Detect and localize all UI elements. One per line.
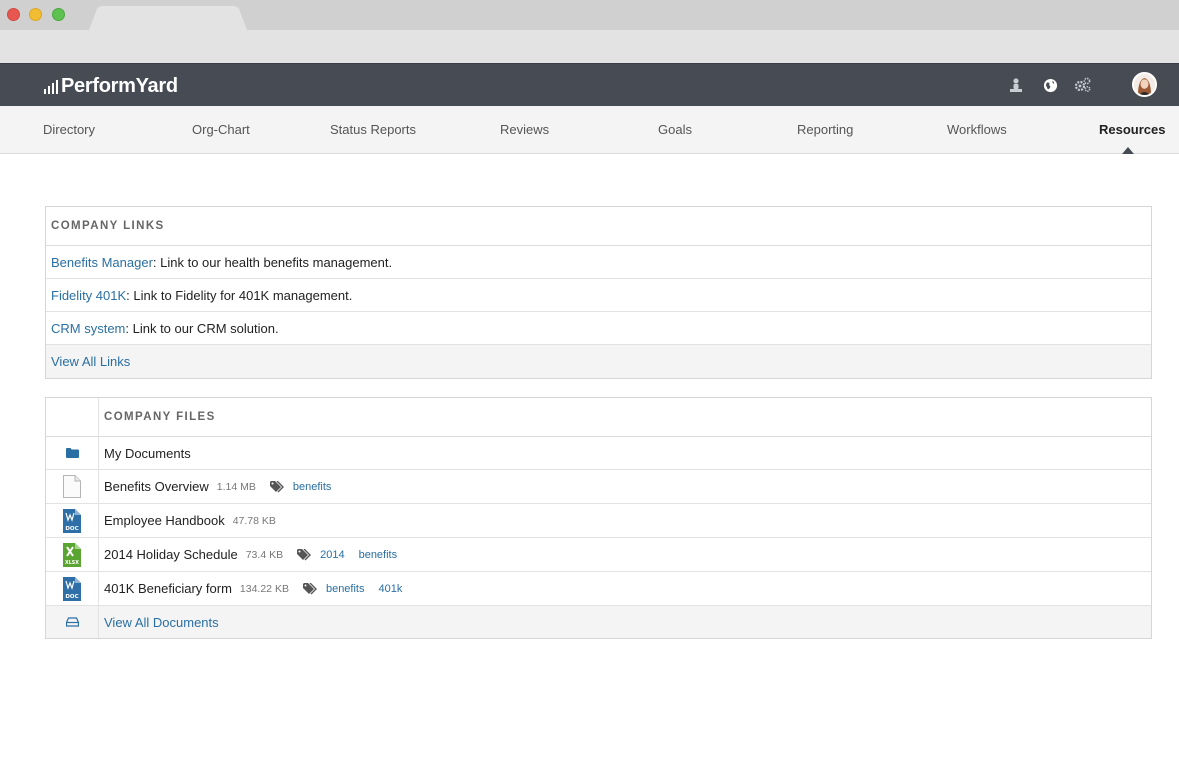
company-links-heading: COMPANY LINKS bbox=[46, 207, 1151, 246]
company-files-heading: COMPANY FILES bbox=[104, 411, 216, 423]
tags-icon bbox=[297, 548, 312, 561]
app-name: PerformYard bbox=[61, 74, 178, 97]
globe-icon[interactable] bbox=[1041, 76, 1059, 94]
nav-item-workflows[interactable]: Workflows bbox=[947, 122, 1007, 137]
doc-file-icon: DOC bbox=[46, 504, 99, 537]
nav-item-status-reports[interactable]: Status Reports bbox=[330, 122, 416, 137]
file-name[interactable]: 401K Beneficiary form bbox=[104, 581, 232, 596]
company-files-panel: COMPANY FILES My Documents Benefits Over… bbox=[45, 397, 1152, 639]
logo-bars-icon bbox=[44, 80, 58, 94]
crm-system-link[interactable]: CRM system bbox=[51, 321, 125, 336]
link-row: CRM system: Link to our CRM solution. bbox=[46, 312, 1151, 345]
nav-item-org-chart[interactable]: Org-Chart bbox=[192, 122, 250, 137]
file-name[interactable]: Employee Handbook bbox=[104, 513, 225, 528]
file-row[interactable]: XLSX 2014 Holiday Schedule 73.4 KB 2014 … bbox=[46, 538, 1151, 572]
fidelity-401k-link[interactable]: Fidelity 401K bbox=[51, 288, 126, 303]
folder-icon bbox=[46, 437, 99, 469]
file-tag[interactable]: benefits bbox=[293, 481, 332, 493]
file-tag[interactable]: 2014 bbox=[320, 549, 344, 561]
settings-gears-icon[interactable] bbox=[1074, 76, 1092, 94]
file-row[interactable]: DOC 401K Beneficiary form 134.22 KB bene… bbox=[46, 572, 1151, 606]
file-tag[interactable]: 401k bbox=[378, 583, 402, 595]
inbox-tray-icon bbox=[46, 606, 99, 638]
nav-item-goals[interactable]: Goals bbox=[658, 122, 692, 137]
view-all-documents-row: View All Documents bbox=[46, 606, 1151, 638]
window-minimize-button[interactable] bbox=[29, 8, 42, 21]
main-nav: Directory Org-Chart Status Reports Revie… bbox=[0, 106, 1179, 154]
link-description: : Link to Fidelity for 401K management. bbox=[126, 288, 353, 303]
view-all-documents-link[interactable]: View All Documents bbox=[104, 615, 219, 630]
file-tag[interactable]: benefits bbox=[326, 583, 365, 595]
link-description: : Link to our health benefits management… bbox=[152, 255, 393, 270]
folder-row[interactable]: My Documents bbox=[46, 437, 1151, 470]
user-avatar[interactable] bbox=[1132, 72, 1157, 97]
file-size: 1.14 MB bbox=[216, 480, 256, 493]
xlsx-badge-label: XLSX bbox=[65, 560, 79, 566]
company-links-panel: COMPANY LINKS Benefits Manager: Link to … bbox=[45, 206, 1152, 379]
app-header: PerformYard bbox=[0, 63, 1179, 106]
file-row[interactable]: Benefits Overview 1.14 MB benefits bbox=[46, 470, 1151, 504]
file-tag[interactable]: benefits bbox=[359, 549, 398, 561]
file-name[interactable]: Benefits Overview bbox=[104, 479, 209, 494]
view-all-links-link[interactable]: View All Links bbox=[51, 354, 130, 369]
file-name[interactable]: 2014 Holiday Schedule bbox=[104, 547, 238, 562]
view-all-links-row: View All Links bbox=[46, 345, 1151, 378]
file-size: 47.78 KB bbox=[232, 514, 276, 527]
nav-item-reporting[interactable]: Reporting bbox=[797, 122, 853, 137]
app-logo[interactable]: PerformYard bbox=[44, 75, 178, 97]
link-row: Benefits Manager: Link to our health ben… bbox=[46, 246, 1151, 279]
tags-icon bbox=[302, 582, 318, 595]
file-size: 73.4 KB bbox=[245, 548, 284, 561]
company-files-header: COMPANY FILES bbox=[46, 398, 1151, 437]
browser-chrome bbox=[0, 0, 1179, 63]
nav-item-resources[interactable]: Resources bbox=[1099, 122, 1165, 137]
browser-tab[interactable] bbox=[89, 6, 247, 30]
file-size: 134.22 KB bbox=[239, 582, 289, 595]
benefits-manager-link[interactable]: Benefits Manager bbox=[51, 255, 153, 270]
window-close-button[interactable] bbox=[7, 8, 20, 21]
xlsx-file-icon: XLSX bbox=[46, 538, 99, 571]
org-person-icon[interactable] bbox=[1007, 76, 1025, 94]
blank-file-icon bbox=[46, 470, 99, 503]
nav-item-reviews[interactable]: Reviews bbox=[500, 122, 549, 137]
header-icon-column bbox=[46, 398, 99, 436]
window-maximize-button[interactable] bbox=[52, 8, 65, 21]
tags-icon bbox=[269, 480, 285, 493]
doc-badge-label: DOC bbox=[65, 594, 78, 600]
nav-item-directory[interactable]: Directory bbox=[43, 122, 95, 137]
doc-badge-label: DOC bbox=[65, 526, 78, 532]
link-description: : Link to our CRM solution. bbox=[125, 321, 279, 336]
file-row[interactable]: DOC Employee Handbook 47.78 KB bbox=[46, 504, 1151, 538]
active-nav-indicator bbox=[1122, 147, 1134, 154]
link-row: Fidelity 401K: Link to Fidelity for 401K… bbox=[46, 279, 1151, 312]
doc-file-icon: DOC bbox=[46, 572, 99, 605]
folder-name[interactable]: My Documents bbox=[104, 446, 191, 461]
